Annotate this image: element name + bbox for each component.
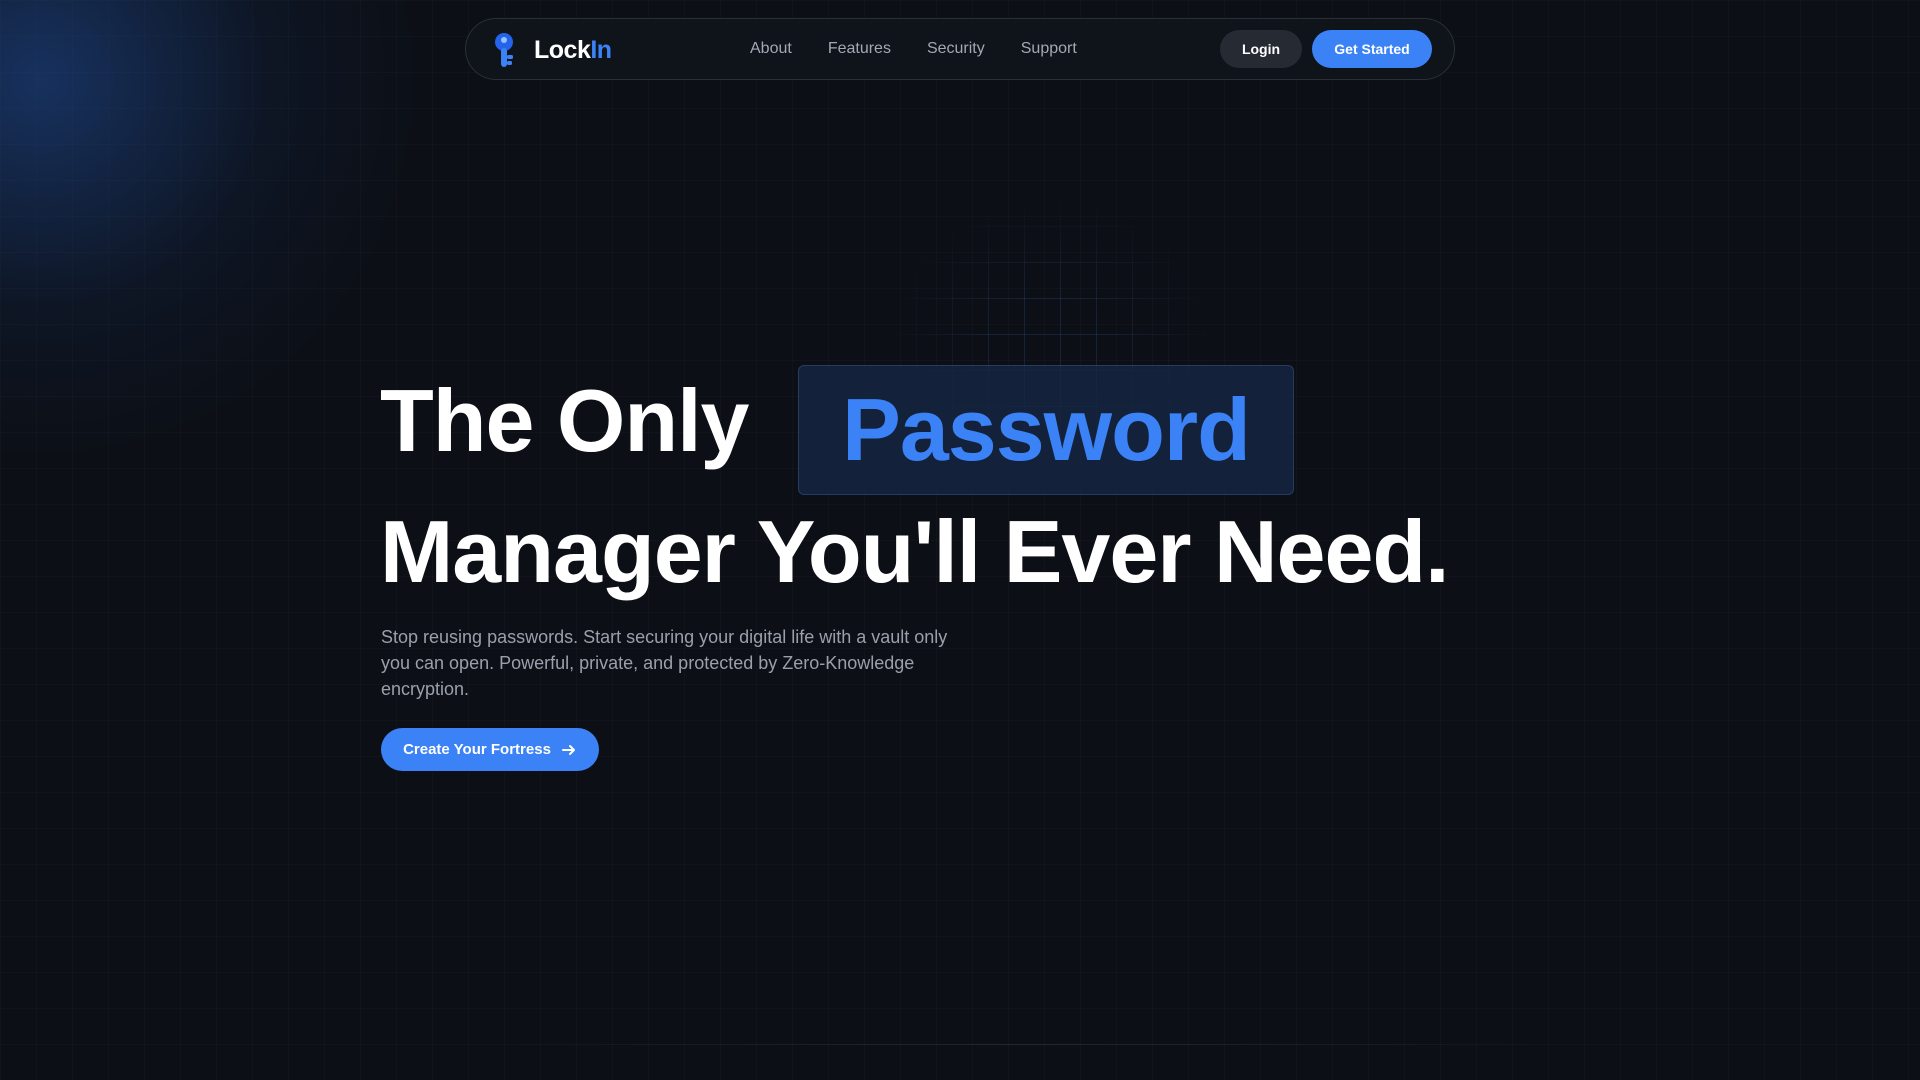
top-navbar: LockIn About Features Security Support L… [465, 18, 1455, 80]
headline-line2: Manager You'll Ever Need. [380, 502, 1450, 601]
brand-name: LockIn [534, 35, 612, 64]
nav-link-about[interactable]: About [750, 40, 792, 58]
key-icon [495, 33, 513, 67]
hero-subtext: Stop reusing passwords. Start securing y… [381, 627, 948, 699]
headline-highlight: Password [798, 365, 1294, 495]
headline-line1: The Only [380, 371, 749, 470]
nav-link-security[interactable]: Security [927, 40, 985, 58]
nav-link-features[interactable]: Features [828, 40, 891, 58]
section-divider [500, 1044, 1550, 1045]
brand[interactable]: LockIn [492, 31, 612, 69]
nav-links: About Features Security Support [750, 19, 1077, 79]
cta-label: Create Your Fortress [403, 741, 551, 758]
arrow-right-icon [561, 744, 575, 755]
nav-link-support[interactable]: Support [1021, 40, 1077, 58]
landing-page: LockIn About Features Security Support L… [0, 0, 1920, 1080]
get-started-button[interactable]: Get Started [1312, 30, 1432, 68]
create-fortress-button[interactable]: Create Your Fortress [381, 728, 599, 771]
login-button[interactable]: Login [1220, 30, 1302, 68]
